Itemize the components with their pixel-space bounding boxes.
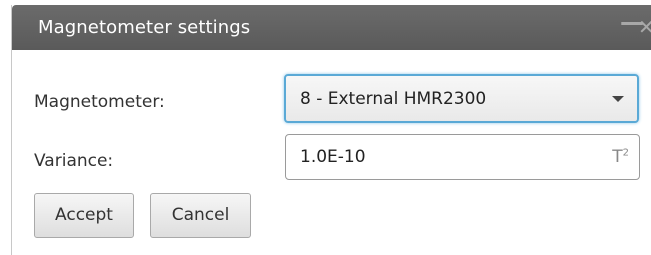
variance-unit: T2 [612, 147, 629, 167]
unit-symbol: T [612, 147, 623, 167]
magnetometer-select[interactable]: 8 - External HMR2300 [284, 74, 639, 123]
variance-input[interactable]: 1.0E-10 T2 [285, 134, 640, 180]
cancel-button[interactable]: Cancel [150, 193, 251, 238]
magnetometer-selected-value: 8 - External HMR2300 [300, 89, 487, 109]
magnetometer-settings-dialog: Magnetometer settings — ✕ Magnetometer: … [12, 5, 651, 255]
titlebar[interactable]: Magnetometer settings — ✕ [12, 5, 651, 50]
unit-exponent: 2 [622, 147, 629, 159]
variance-value: 1.0E-10 [300, 147, 366, 167]
magnetometer-label: Magnetometer: [34, 92, 165, 112]
chevron-down-icon [612, 96, 624, 102]
dialog-title: Magnetometer settings [38, 17, 251, 38]
variance-label: Variance: [34, 151, 114, 171]
accept-button[interactable]: Accept [34, 193, 134, 238]
close-icon[interactable]: ✕ [638, 16, 651, 38]
